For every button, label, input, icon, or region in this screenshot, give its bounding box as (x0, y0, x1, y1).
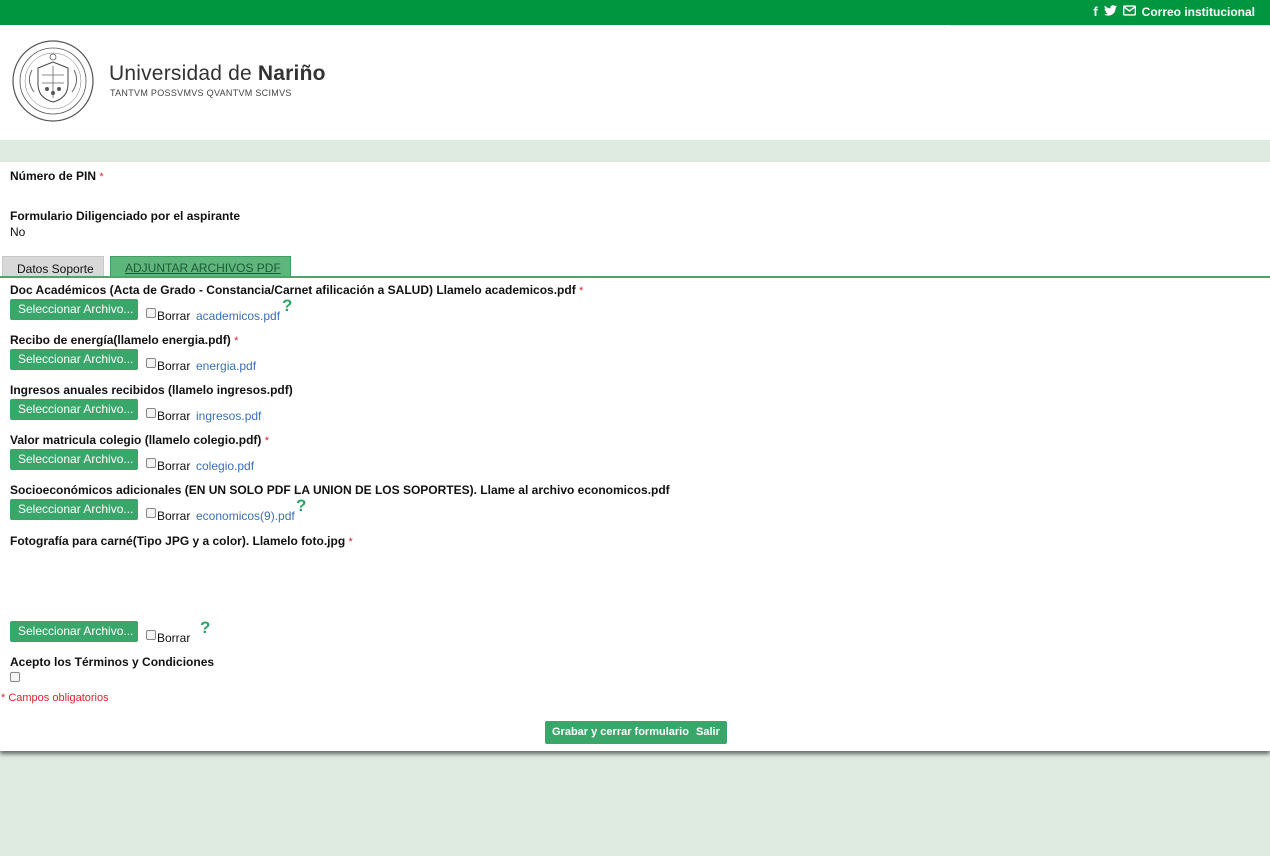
tab-underline (0, 276, 1270, 278)
form-panel: Número de PIN * Formulario Diligenciado … (0, 162, 1270, 751)
site-header: Universidad de Nariño TANTVM POSSVMVS QV… (0, 25, 1270, 140)
twitter-icon[interactable] (1103, 5, 1117, 19)
top-links: f Correo institucional (1093, 5, 1255, 20)
select-file-button-academicos[interactable]: Seleccionar Archivo... (10, 299, 138, 320)
pin-label: Número de PIN * (10, 169, 104, 183)
file-link-energia[interactable]: energia.pdf (196, 359, 256, 373)
field-label-ingresos: Ingresos anuales recibidos (llamelo ingr… (10, 383, 293, 397)
select-file-button-economicos[interactable]: Seleccionar Archivo... (10, 499, 138, 520)
borrar-label: Borrar (157, 631, 191, 645)
file-link-colegio[interactable]: colegio.pdf (196, 459, 254, 473)
select-file-button-colegio[interactable]: Seleccionar Archivo... (10, 449, 138, 470)
field-label-academicos: Doc Académicos (Acta de Grado - Constanc… (10, 283, 584, 297)
tab-adjuntar-archivos[interactable]: ADJUNTAR ARCHIVOS PDF (110, 256, 291, 276)
facebook-icon[interactable]: f (1093, 5, 1097, 19)
terms-label: Acepto los Términos y Condiciones (10, 655, 215, 669)
file-link-economicos[interactable]: economicos(9).pdf (196, 509, 295, 523)
university-seal-logo (12, 40, 94, 122)
borrar-checkbox-foto[interactable] (146, 630, 156, 640)
file-link-ingresos[interactable]: ingresos.pdf (196, 409, 261, 423)
borrar-checkbox-energia[interactable] (146, 358, 156, 368)
institutional-mail-link[interactable]: Correo institucional (1142, 5, 1255, 19)
header-divider (950, 25, 1270, 26)
help-icon[interactable]: ? (282, 296, 292, 316)
select-file-button-energia[interactable]: Seleccionar Archivo... (10, 349, 138, 370)
field-label-energia: Recibo de energía(llamelo energia.pdf) * (10, 333, 239, 347)
university-name: Universidad de Nariño (109, 62, 326, 85)
diligenciado-value: No (10, 225, 26, 239)
borrar-checkbox-academicos[interactable] (146, 308, 156, 318)
borrar-label: Borrar (157, 459, 191, 473)
field-label-foto: Fotografía para carné(Tipo JPG y a color… (10, 534, 353, 548)
required-fields-note: * Campos obligatorios (1, 692, 109, 704)
help-icon[interactable]: ? (296, 496, 306, 516)
borrar-checkbox-colegio[interactable] (146, 458, 156, 468)
help-icon[interactable]: ? (200, 618, 210, 638)
field-label-colegio: Valor matricula colegio (llamelo colegio… (10, 433, 270, 447)
field-label-economicos: Socioeconómicos adicionales (EN UN SOLO … (10, 483, 670, 497)
select-file-button-ingresos[interactable]: Seleccionar Archivo... (10, 399, 138, 420)
envelope-icon (1122, 5, 1136, 19)
borrar-label: Borrar (157, 359, 191, 373)
borrar-label: Borrar (157, 509, 191, 523)
university-motto: TANTVM POSSVMVS QVANTVM SCIMVS (110, 88, 292, 98)
top-bar: f Correo institucional (0, 0, 1270, 25)
select-file-button-foto[interactable]: Seleccionar Archivo... (10, 621, 138, 642)
borrar-checkbox-economicos[interactable] (146, 508, 156, 518)
borrar-checkbox-ingresos[interactable] (146, 408, 156, 418)
borrar-label: Borrar (157, 409, 191, 423)
file-link-academicos[interactable]: academicos.pdf (196, 309, 280, 323)
diligenciado-label: Formulario Diligenciado por el aspirante (10, 209, 241, 223)
save-close-button[interactable]: Grabar y cerrar formulario (545, 721, 696, 744)
terms-checkbox[interactable] (10, 672, 20, 682)
borrar-label: Borrar (157, 309, 191, 323)
exit-button[interactable]: Salir (689, 721, 727, 744)
tab-datos-soporte[interactable]: Datos Soporte (2, 256, 104, 276)
